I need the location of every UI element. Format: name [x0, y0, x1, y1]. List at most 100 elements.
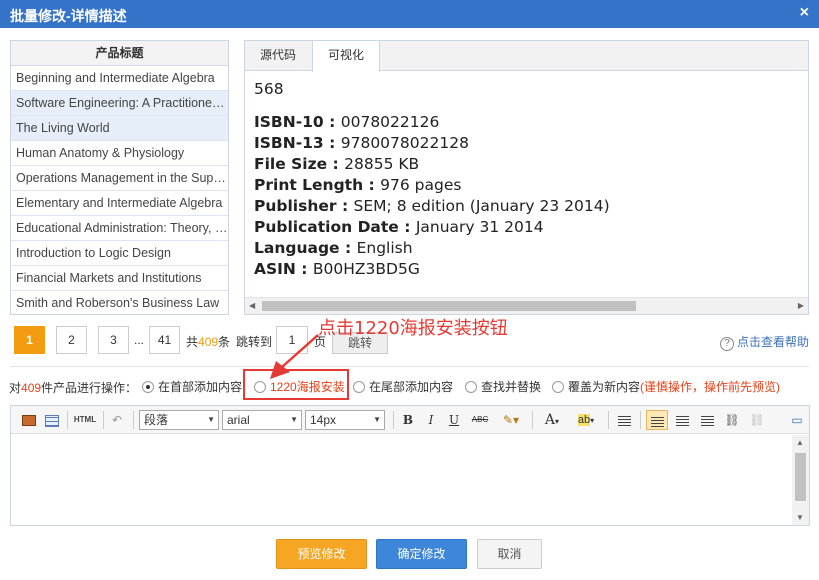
scroll-thumb[interactable] — [262, 301, 636, 311]
bold-button[interactable]: B — [399, 410, 417, 430]
list-item[interactable]: Operations Management in the Supply Chai… — [11, 166, 228, 191]
undo-icon[interactable]: ↶ — [108, 410, 126, 430]
field-row: Language : English — [254, 239, 413, 257]
detail-content: 568 ISBN-10 : 0078022126 ISBN-13 : 97800… — [254, 79, 610, 280]
radio-1220-poster[interactable]: 1220海报安装 — [254, 378, 345, 395]
scroll-right-icon[interactable]: ▶ — [798, 301, 804, 310]
link-icon[interactable]: ⛓ — [721, 410, 743, 430]
field-key: Language — [254, 239, 340, 257]
list-item[interactable]: Educational Administration: Theory, Rese… — [11, 216, 228, 241]
underline-button[interactable]: U — [445, 410, 463, 430]
product-list-header: 产品标题 — [11, 41, 228, 66]
detail-tabs: 源代码 可视化 — [245, 41, 808, 72]
radio-dot — [552, 381, 564, 393]
page-button-3[interactable]: 3 — [98, 326, 129, 354]
magic-wand-icon[interactable]: ✎▾ — [497, 410, 525, 430]
help-link[interactable]: ? 点击查看帮助 — [719, 333, 809, 351]
scroll-left-icon[interactable]: ◀ — [249, 301, 255, 310]
radio-dot — [254, 381, 266, 393]
field-key: ASIN — [254, 260, 296, 278]
radio-find-replace[interactable]: 查找并替换 — [465, 378, 541, 395]
font-family-select[interactable]: arial ▼ — [222, 410, 302, 430]
field-key: Publication Date — [254, 218, 399, 236]
field-row: ISBN-10 : 0078022126 — [254, 113, 440, 131]
operation-label: 对409件产品进行操作： — [9, 381, 138, 395]
detail-panel: 源代码 可视化 568 ISBN-10 : 0078022126 ISBN-13… — [244, 40, 809, 315]
list-item[interactable]: The Living World — [11, 116, 228, 141]
chevron-down-icon: ▼ — [207, 415, 215, 424]
jump-label: 跳转到 — [236, 335, 273, 349]
page-button-2[interactable]: 2 — [56, 326, 87, 354]
page-button-1[interactable]: 1 — [14, 326, 45, 354]
overwrite-warning: (谨慎操作，操作前先预览) — [640, 380, 781, 394]
table-icon[interactable] — [42, 410, 62, 430]
chevron-down-icon: ▼ — [290, 415, 298, 424]
list-item[interactable]: Introduction to Logic Design — [11, 241, 228, 266]
tab-source[interactable]: 源代码 — [245, 41, 311, 71]
field-value: B00HZ3BD5G — [312, 260, 420, 278]
toolbar-separator — [67, 411, 68, 429]
field-value: 28855 KB — [344, 155, 420, 173]
font-size-select[interactable]: 14px ▼ — [305, 410, 385, 430]
list-item[interactable]: Human Anatomy & Physiology — [11, 141, 228, 166]
toolbar-separator — [640, 411, 641, 429]
scroll-thumb[interactable] — [795, 453, 806, 501]
align-center-icon[interactable] — [671, 410, 693, 430]
radio-overwrite[interactable]: 覆盖为新内容(谨慎操作，操作前先预览) — [552, 378, 780, 395]
unlink-icon[interactable]: ⛓ — [746, 410, 768, 430]
radio-prepend[interactable]: 在首部添加内容 — [142, 378, 242, 395]
list-item[interactable]: Beginning and Intermediate Algebra — [11, 66, 228, 91]
annotation-text: 点击1220海报安装按钮 — [318, 318, 508, 339]
dialog-titlebar: 批量修改-详情描述 × — [0, 0, 819, 28]
font-color-button[interactable]: A▾ — [538, 410, 566, 430]
field-value: English — [356, 239, 413, 257]
radio-append[interactable]: 在尾部添加内容 — [353, 378, 453, 395]
toolbar-separator — [103, 411, 104, 429]
rich-text-editor: HTML ↶ 段落 ▼ arial ▼ 14px ▼ B I U ABC ✎▾ A▾ … — [10, 405, 810, 526]
toolbar-separator — [608, 411, 609, 429]
field-row: File Size : 28855 KB — [254, 155, 420, 173]
page-ellipsis: ... — [134, 333, 145, 347]
fullscreen-icon[interactable]: ▭ — [787, 410, 807, 430]
align-left-icon[interactable] — [646, 410, 668, 430]
toolbar-separator — [393, 411, 394, 429]
total-count: 共409条 — [186, 335, 231, 349]
horizontal-scrollbar[interactable]: ◀ ▶ — [245, 297, 808, 314]
field-row: Print Length : 976 pages — [254, 176, 462, 194]
tab-visual[interactable]: 可视化 — [312, 41, 381, 72]
chevron-down-icon: ▼ — [373, 415, 381, 424]
page-button-41[interactable]: 41 — [149, 326, 180, 354]
field-row: Publisher : SEM; 8 edition (January 23 2… — [254, 197, 610, 215]
detail-top-value: 568 — [254, 80, 284, 98]
help-label: 点击查看帮助 — [736, 335, 809, 349]
align-right-icon[interactable] — [696, 410, 718, 430]
scroll-down-icon[interactable]: ▼ — [796, 513, 804, 522]
field-key: ISBN-10 — [254, 113, 324, 131]
image-icon[interactable] — [19, 410, 39, 430]
field-key: Publisher — [254, 197, 337, 215]
toolbar-separator — [133, 411, 134, 429]
list-item[interactable]: Financial Markets and Institutions — [11, 266, 228, 291]
field-value: 9780078022128 — [340, 134, 469, 152]
close-icon[interactable]: × — [800, 5, 809, 21]
vertical-scrollbar[interactable]: ▲ ▼ — [792, 435, 809, 525]
indent-icon[interactable] — [614, 410, 634, 430]
italic-button[interactable]: I — [422, 410, 440, 430]
scroll-up-icon[interactable]: ▲ — [796, 438, 804, 447]
field-key: Print Length — [254, 176, 364, 194]
list-item[interactable]: Elementary and Intermediate Algebra — [11, 191, 228, 216]
divider — [10, 366, 809, 367]
background-color-button[interactable]: ab▾ — [571, 410, 601, 430]
list-item[interactable]: Software Engineering: A Practitioner's A… — [11, 91, 228, 116]
list-item[interactable]: Smith and Roberson's Business Law — [11, 291, 228, 314]
radio-dot — [465, 381, 477, 393]
confirm-button[interactable]: 确定修改 — [376, 539, 467, 569]
jump-page-input[interactable]: 1 — [276, 326, 308, 354]
cancel-button[interactable]: 取消 — [477, 539, 542, 569]
help-icon: ? — [719, 337, 734, 351]
paragraph-select[interactable]: 段落 ▼ — [139, 410, 219, 430]
html-source-button[interactable]: HTML — [72, 410, 98, 430]
field-row: ASIN : B00HZ3BD5G — [254, 260, 420, 278]
strikethrough-button[interactable]: ABC — [469, 410, 491, 430]
preview-button[interactable]: 预览修改 — [276, 539, 367, 569]
